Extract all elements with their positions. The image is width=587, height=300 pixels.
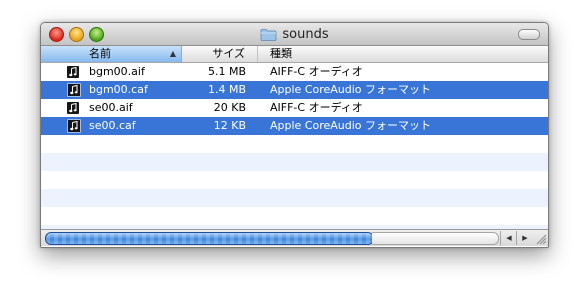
folder-icon bbox=[260, 28, 277, 41]
scroll-right-button[interactable]: ▶ bbox=[516, 231, 533, 245]
empty-row bbox=[41, 189, 548, 207]
empty-row bbox=[41, 135, 548, 153]
scrollbar-track[interactable] bbox=[372, 232, 499, 245]
file-name: bgm00.caf bbox=[89, 83, 148, 96]
scrollbar-thumb[interactable] bbox=[45, 232, 374, 245]
file-size: 20 KB bbox=[213, 101, 246, 114]
column-header-size-label: サイズ bbox=[212, 47, 245, 60]
empty-row bbox=[41, 171, 548, 189]
file-name: se00.aif bbox=[89, 101, 133, 114]
file-kind: AIFF-C オーディオ bbox=[270, 101, 363, 114]
file-size: 12 KB bbox=[213, 119, 246, 132]
file-name: se00.caf bbox=[89, 119, 136, 132]
column-header-name-label: 名前 bbox=[89, 47, 111, 60]
arrow-right-icon: ▶ bbox=[522, 234, 528, 242]
window-title-group: sounds bbox=[41, 23, 548, 45]
empty-row bbox=[41, 207, 548, 225]
file-size: 1.4 MB bbox=[207, 83, 246, 96]
column-header-size[interactable]: サイズ bbox=[182, 46, 258, 62]
file-list: bgm00.aif 5.1 MB AIFF-C オーディオ bgm00.caf … bbox=[41, 63, 548, 229]
column-header-name[interactable]: 名前 ▲ bbox=[41, 46, 182, 62]
arrow-left-icon: ◀ bbox=[506, 234, 512, 242]
file-name: bgm00.aif bbox=[89, 65, 145, 78]
file-row[interactable]: se00.aif 20 KB AIFF-C オーディオ bbox=[41, 99, 548, 117]
horizontal-scrollbar[interactable]: ◀ ▶ bbox=[41, 229, 548, 246]
file-row[interactable]: bgm00.caf 1.4 MB Apple CoreAudio フォーマット bbox=[41, 81, 548, 99]
column-header-kind-label: 種類 bbox=[270, 47, 292, 60]
window-title: sounds bbox=[282, 26, 329, 42]
finder-window: sounds 名前 ▲ サイズ 種類 bgm00.aif 5.1 MB AIFF… bbox=[40, 22, 549, 248]
column-header: 名前 ▲ サイズ 種類 bbox=[41, 46, 548, 63]
toolbar-toggle-button[interactable] bbox=[518, 29, 540, 40]
audio-file-icon bbox=[67, 83, 81, 97]
file-size: 5.1 MB bbox=[207, 65, 246, 78]
file-row[interactable]: se00.caf 12 KB Apple CoreAudio フォーマット bbox=[41, 117, 548, 135]
column-header-kind[interactable]: 種類 bbox=[258, 46, 548, 62]
audio-file-icon bbox=[67, 66, 79, 78]
resize-grip-icon[interactable] bbox=[533, 231, 547, 245]
file-row[interactable]: bgm00.aif 5.1 MB AIFF-C オーディオ bbox=[41, 63, 548, 81]
title-bar[interactable]: sounds bbox=[41, 23, 548, 46]
file-kind: Apple CoreAudio フォーマット bbox=[270, 83, 432, 96]
scroll-left-button[interactable]: ◀ bbox=[500, 231, 517, 245]
file-kind: Apple CoreAudio フォーマット bbox=[270, 119, 432, 132]
audio-file-icon bbox=[67, 102, 79, 114]
file-kind: AIFF-C オーディオ bbox=[270, 65, 363, 78]
audio-file-icon bbox=[67, 119, 81, 133]
empty-row bbox=[41, 153, 548, 171]
sort-ascending-icon: ▲ bbox=[169, 49, 176, 58]
